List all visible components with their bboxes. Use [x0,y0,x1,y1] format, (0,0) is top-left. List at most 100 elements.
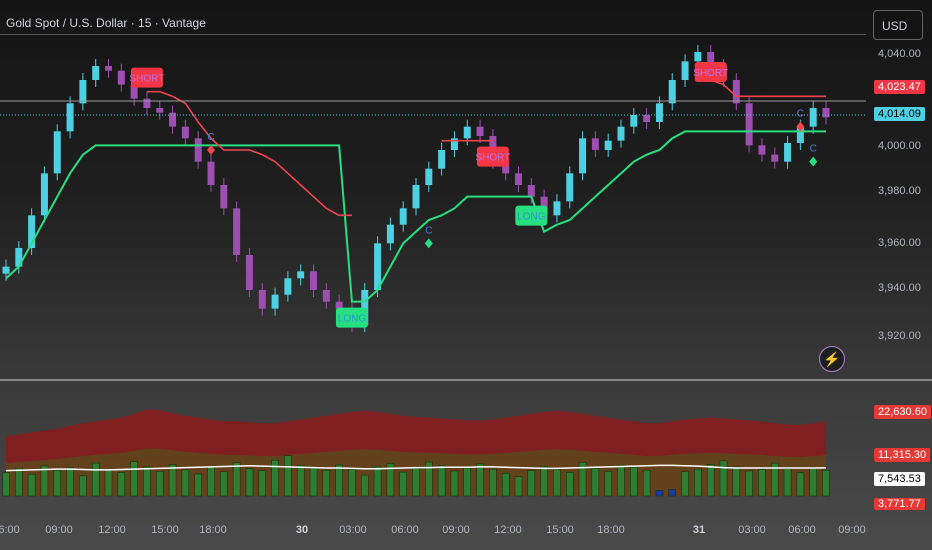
candle [92,66,100,80]
candle [591,138,599,150]
pane-divider[interactable] [0,379,932,381]
volume-bar [796,472,805,497]
candle [310,271,317,290]
volume-tag-max: 22,630.60 [874,405,931,419]
volume-bar [783,468,792,497]
volume-bar [335,464,343,497]
volume-tag-mid: 11,315.30 [874,448,931,462]
volume-bar [809,467,817,497]
volume-bar [91,462,100,497]
time-tick-label: 15:00 [546,524,574,536]
volume-bar [232,462,241,497]
volume-bar [681,471,689,497]
candle [258,290,266,309]
short-signal-label: SHORT [475,153,510,164]
volume-bar [361,474,369,497]
long-signal-label: LONG [338,314,367,325]
candle [2,266,10,274]
volume-bar [220,471,228,497]
volume-bar [514,476,523,497]
volume-bar [489,468,497,497]
candle [322,290,330,302]
candle [181,126,189,139]
current-price-tag: 4,014.09 [874,107,925,121]
candle [117,70,125,85]
candle [630,115,638,127]
candle [438,150,446,169]
close-short-marker [207,145,215,155]
candle [604,140,612,150]
price-tick: 3,960.00 [878,237,921,249]
volume-bar [706,464,715,497]
volume-bar [591,468,600,497]
candle [681,61,689,80]
time-tick-label: 06:00 [0,524,20,536]
chart-canvas[interactable]: SHORT LONG SHORT LONG SHORT C C C C [0,0,866,550]
volume-bar [258,470,266,497]
volume-bar [745,470,753,497]
volume-bar [117,472,126,497]
candle [694,52,702,62]
candle [412,185,420,209]
volume-bar [399,471,407,497]
volume-bar [168,464,177,497]
time-tick-label: 18:00 [597,524,625,536]
candle [515,173,522,185]
time-tick-label: 03:00 [738,524,766,536]
time-tick-label: 15:00 [151,524,179,536]
volume-bar [104,469,113,497]
candle [79,80,87,104]
volume-bar [245,468,254,497]
candle [194,138,202,162]
candle [758,145,766,155]
signal-marks-layer: SHORT LONG SHORT LONG SHORT C C C C [130,62,818,328]
volume-bar [655,490,664,497]
candle [745,103,753,146]
candle [822,108,830,118]
volume-bar [501,472,510,497]
volume-bar [437,465,446,497]
candle [207,161,215,185]
candle [284,278,292,295]
time-tick-label: 09:00 [45,524,73,536]
volume-bar [527,470,536,497]
close-short-marker-label: C [797,109,804,120]
volume-tag-ma: 7,543.53 [874,472,925,486]
volume-bar [758,469,766,497]
candle [579,138,587,174]
close-short-marker-label: C [207,132,214,143]
volume-bar [463,467,471,497]
volume-bar [412,467,420,497]
lightning-icon[interactable]: ⚡ [819,346,845,372]
currency-button[interactable]: USD [873,10,923,40]
price-tick: 4,040.00 [878,48,921,60]
candle [169,112,177,127]
time-tick-label: 18:00 [199,524,227,536]
volume-bar [271,459,279,497]
volume-bar [143,466,151,497]
volume-bar [732,466,741,497]
volume-bar [566,472,574,497]
volume-tag-low: 3,771.77 [874,498,925,510]
volume-bar [181,469,190,497]
volume-bar [450,470,459,497]
volume-bar [156,471,164,497]
volume-bar [694,468,702,497]
candle [66,103,74,132]
volume-bar [66,467,74,497]
volume-bar [348,469,356,497]
time-tick-label: 09:00 [838,524,866,536]
close-long-marker [424,238,433,249]
volume-bar [476,463,484,497]
candle [245,255,253,290]
volume-bar [373,466,382,497]
long-stop-line [5,130,826,303]
volume-bar [322,469,331,497]
candle [643,115,651,122]
volume-bar [53,469,61,497]
volume-bar [553,469,561,497]
price-tick: 3,940.00 [878,282,921,294]
volume-bar [822,469,830,497]
candle [297,271,305,279]
time-tick-label: 30 [295,524,309,536]
